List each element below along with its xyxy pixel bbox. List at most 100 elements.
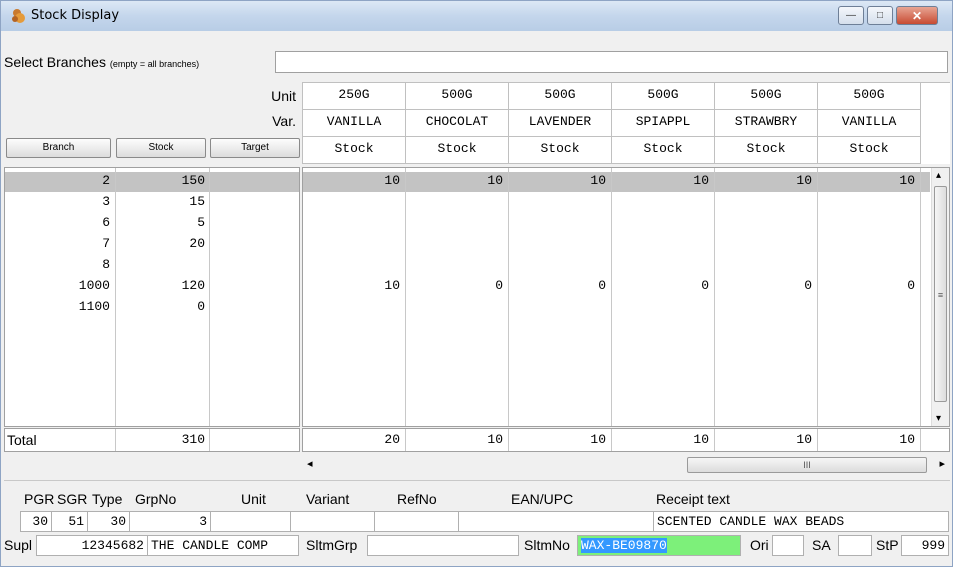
refno-field[interactable] (374, 511, 459, 532)
branch-cell[interactable]: 2 (5, 173, 110, 188)
receipt-text-field[interactable]: SCENTED CANDLE WAX BEADS (653, 511, 949, 532)
stock-value-cell[interactable]: 10 (715, 173, 812, 188)
scroll-right-icon[interactable]: ▸ (939, 457, 945, 470)
stock-cell[interactable]: 20 (117, 236, 205, 251)
column-var-header: VANILLA (303, 110, 406, 137)
branch-cell[interactable]: 1000 (5, 278, 110, 293)
supplier-name-field[interactable]: THE CANDLE COMP (147, 535, 299, 556)
stock-value-cell[interactable]: 10 (303, 278, 400, 293)
pgr-field[interactable]: 30 (20, 511, 52, 532)
total-left: Total 310 (4, 428, 300, 452)
ean-label: EAN/UPC (511, 491, 574, 507)
maximize-button[interactable]: □ (867, 6, 893, 25)
grpno-label: GrpNo (135, 491, 177, 507)
sltmno-selected-text: WAX-BE09870 (581, 538, 667, 553)
scroll-down-icon[interactable]: ▾ (936, 413, 941, 424)
unit-field[interactable] (210, 511, 291, 532)
variant-field[interactable] (290, 511, 375, 532)
column-header-grid: 250G VANILLA Stock 500G CHOCOLAT Stock 500G LAV… (302, 82, 950, 164)
total-value-cell: 10 (487, 432, 503, 447)
column-kind-header: Stock (303, 137, 406, 164)
ean-field[interactable] (458, 511, 654, 532)
scroll-left-icon[interactable]: ◂ (307, 457, 313, 470)
var-label: Var. (272, 113, 296, 129)
close-icon: ✕ (911, 8, 923, 23)
app-icon (12, 9, 25, 23)
select-branches-label: Select Branches (empty = all branches) (4, 54, 200, 70)
stock-value-cell[interactable]: 0 (509, 278, 606, 293)
sa-label: SA (812, 537, 831, 553)
minimize-button[interactable]: — (838, 6, 864, 25)
stp-label: StP (876, 537, 899, 553)
branch-cell[interactable]: 8 (5, 257, 110, 272)
stock-value-cell[interactable]: 0 (612, 278, 709, 293)
column-unit-header: 500G (818, 83, 921, 110)
column-kind-header: Stock (818, 137, 921, 164)
vertical-scroll-thumb[interactable]: ≡ (934, 186, 947, 402)
column-var-header: VANILLA (818, 110, 921, 137)
branch-cell[interactable]: 6 (5, 215, 110, 230)
stock-value-cell[interactable]: 0 (715, 278, 812, 293)
stock-value-cell[interactable]: 10 (818, 173, 915, 188)
column-unit-header: 500G (509, 83, 612, 110)
refno-label: RefNo (397, 491, 437, 507)
total-value-cell: 10 (693, 432, 709, 447)
vertical-scrollbar[interactable]: ▴ ≡ ▾ (931, 168, 949, 426)
left-header: Unit Var. Branch Stock Target (4, 82, 300, 162)
window-title: Stock Display (31, 8, 120, 23)
column-unit-header: 500G (612, 83, 715, 110)
column-var-header: SPIAPPL (612, 110, 715, 137)
unit-field-label: Unit (241, 491, 266, 507)
sgr-label: SGR (57, 491, 88, 507)
stock-sort-button[interactable]: Stock (116, 138, 206, 158)
select-branches-input[interactable] (275, 51, 948, 73)
ori-field[interactable] (772, 535, 804, 556)
column-kind-header: Stock (715, 137, 818, 164)
maximize-icon: □ (876, 10, 884, 21)
branch-cell[interactable]: 7 (5, 236, 110, 251)
total-right: 20 10 10 10 10 10 (302, 428, 950, 452)
stock-value-cell[interactable]: 10 (612, 173, 709, 188)
sltmgrp-field[interactable] (367, 535, 519, 556)
detail-panel: PGR SGR Type GrpNo Unit Variant RefNo EA… (4, 480, 950, 564)
type-field[interactable]: 30 (87, 511, 130, 532)
branch-sort-button[interactable]: Branch (6, 138, 111, 158)
column-kind-header: Stock (406, 137, 509, 164)
branch-cell[interactable]: 3 (5, 194, 110, 209)
ori-label: Ori (750, 537, 769, 553)
stock-value-cell[interactable]: 0 (818, 278, 915, 293)
stock-value-cell[interactable]: 0 (406, 278, 503, 293)
supplier-number-field[interactable]: 12345682 (36, 535, 148, 556)
stp-field[interactable]: 999 (901, 535, 949, 556)
close-button[interactable]: ✕ (896, 6, 938, 25)
stock-cell[interactable]: 150 (117, 173, 205, 188)
sltmgrp-label: SltmGrp (306, 537, 358, 553)
branch-cell[interactable]: 1100 (5, 299, 110, 314)
stock-cell[interactable]: 120 (117, 278, 205, 293)
stock-grid: 10 10 10 10 10 10 10 0 0 0 0 0 ▴ ≡ ▾ (302, 167, 950, 427)
horizontal-scrollbar[interactable]: ◂ III ▸ (302, 455, 950, 475)
sgr-field[interactable]: 51 (51, 511, 88, 532)
stock-cell[interactable]: 0 (117, 299, 205, 314)
horizontal-scroll-thumb[interactable]: III (687, 457, 927, 473)
total-value-cell: 10 (899, 432, 915, 447)
sa-field[interactable] (838, 535, 872, 556)
scroll-up-icon[interactable]: ▴ (936, 170, 941, 181)
column-var-header: LAVENDER (509, 110, 612, 137)
unit-label: Unit (271, 88, 296, 104)
column-unit-header: 500G (715, 83, 818, 110)
stock-cell[interactable]: 15 (117, 194, 205, 209)
pgr-label: PGR (24, 491, 55, 507)
receipt-text-label: Receipt text (656, 491, 730, 507)
stock-value-cell[interactable]: 10 (303, 173, 400, 188)
column-unit-header: 500G (406, 83, 509, 110)
grpno-field[interactable]: 3 (129, 511, 211, 532)
target-sort-button[interactable]: Target (210, 138, 300, 158)
stock-value-cell[interactable]: 10 (406, 173, 503, 188)
stock-value-cell[interactable]: 10 (509, 173, 606, 188)
sltmno-field[interactable]: WAX-BE09870 (577, 535, 741, 556)
column-kind-header: Stock (509, 137, 612, 164)
select-branches-hint: (empty = all branches) (109, 59, 200, 69)
column-unit-header: 250G (303, 83, 406, 110)
stock-cell[interactable]: 5 (117, 215, 205, 230)
